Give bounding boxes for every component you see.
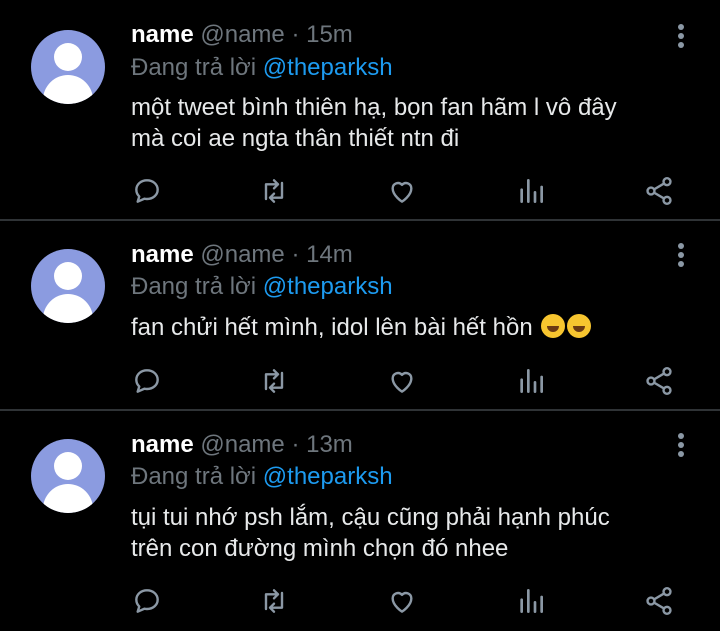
tweet-header: name @name · 15m (131, 20, 353, 50)
retweet-icon[interactable] (258, 585, 290, 617)
more-vertical-icon[interactable] (672, 433, 690, 459)
tweet-header: name @name · 13m (131, 430, 353, 460)
rolling-on-floor-laughing-icon (541, 314, 566, 338)
share-icon[interactable] (643, 175, 675, 207)
reply-context: Đang trả lời @theparksh (131, 462, 393, 492)
retweet-icon[interactable] (258, 365, 290, 397)
tweet-text: một tweet bình thiên hạ, bọn fan hãm l v… (131, 94, 617, 152)
more-vertical-icon[interactable] (672, 243, 690, 269)
tweet[interactable]: name @name · 14m Đang trả lời @theparksh… (0, 221, 720, 409)
reply-prefix: Đang trả lời (131, 54, 257, 81)
reply-context: Đang trả lời @theparksh (131, 53, 393, 83)
reply-icon[interactable] (131, 585, 163, 617)
analytics-icon[interactable] (515, 175, 547, 207)
display-name[interactable]: name (131, 21, 194, 48)
display-name[interactable]: name (131, 241, 194, 268)
like-icon[interactable] (386, 175, 418, 207)
handle-time: @name · 14m (200, 241, 353, 268)
reply-handle-link[interactable]: @theparksh (263, 54, 393, 81)
reply-icon[interactable] (131, 175, 163, 207)
avatar[interactable] (31, 439, 105, 513)
tweet[interactable]: name @name · 15m Đang trả lời @theparksh… (0, 0, 720, 220)
like-icon[interactable] (386, 585, 418, 617)
handle-time: @name · 15m (200, 21, 353, 48)
reply-icon[interactable] (131, 365, 163, 397)
tweet-text: fan chửi hết mình, idol lên bài hết hồn (131, 314, 533, 341)
share-icon[interactable] (643, 365, 675, 397)
reply-prefix: Đang trả lời (131, 273, 257, 300)
avatar[interactable] (31, 249, 105, 323)
tweet-header: name @name · 14m (131, 240, 353, 270)
rolling-on-floor-laughing-icon (567, 314, 592, 338)
share-icon[interactable] (643, 585, 675, 617)
handle-time: @name · 13m (200, 431, 353, 458)
tweet[interactable]: name @name · 13m Đang trả lời @theparksh… (0, 411, 720, 631)
like-icon[interactable] (386, 365, 418, 397)
tweet-text-container: fan chửi hết mình, idol lên bài hết hồn (131, 312, 691, 343)
avatar[interactable] (31, 30, 105, 104)
reply-context: Đang trả lời @theparksh (131, 272, 393, 302)
display-name[interactable]: name (131, 431, 194, 458)
reply-prefix: Đang trả lời (131, 463, 257, 490)
retweet-icon[interactable] (258, 175, 290, 207)
reply-handle-link[interactable]: @theparksh (263, 463, 393, 490)
analytics-icon[interactable] (515, 585, 547, 617)
reply-handle-link[interactable]: @theparksh (263, 273, 393, 300)
more-vertical-icon[interactable] (672, 24, 690, 50)
tweet-text: tụi tui nhớ psh lắm, cậu cũng phải hạnh … (131, 504, 610, 562)
analytics-icon[interactable] (515, 365, 547, 397)
